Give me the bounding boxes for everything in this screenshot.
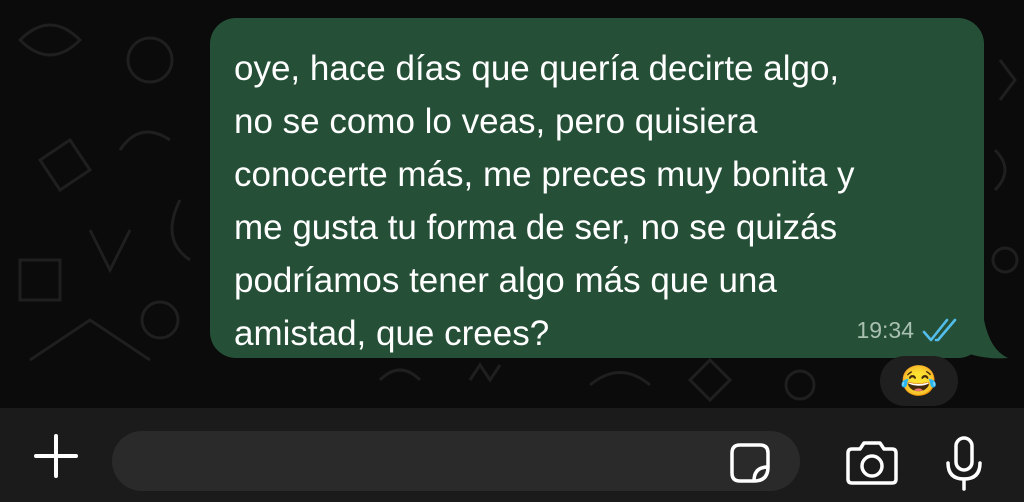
message-input[interactable] xyxy=(112,431,800,491)
sticker-icon[interactable] xyxy=(728,441,772,485)
message-line: oye, hace días que quería decirte algo, xyxy=(234,49,840,88)
reaction-badge[interactable]: 😂 xyxy=(880,356,958,406)
message-meta: 19:34 xyxy=(856,317,962,344)
message-line: amistad, que crees? xyxy=(234,314,550,353)
bubble-tail xyxy=(960,320,1008,359)
message-line: no se como lo veas, pero quisiera xyxy=(234,102,758,141)
read-receipt-icon xyxy=(922,318,957,341)
message-line: conocerte más, me preces muy bonita y xyxy=(234,155,855,194)
camera-icon[interactable] xyxy=(844,439,900,487)
chat-area: oye, hace días que quería decirte algo, … xyxy=(0,0,1024,408)
message-line: podríamos tener algo más que una xyxy=(234,261,777,300)
message-bubble-outgoing[interactable]: oye, hace días que quería decirte algo, … xyxy=(210,18,984,358)
microphone-icon[interactable] xyxy=(944,435,984,491)
laughing-emoji-icon: 😂 xyxy=(900,364,938,398)
message-time: 19:34 xyxy=(856,317,914,343)
message-line: me gusta tu forma de ser, no se quizás xyxy=(234,208,838,247)
plus-icon[interactable] xyxy=(32,432,80,480)
